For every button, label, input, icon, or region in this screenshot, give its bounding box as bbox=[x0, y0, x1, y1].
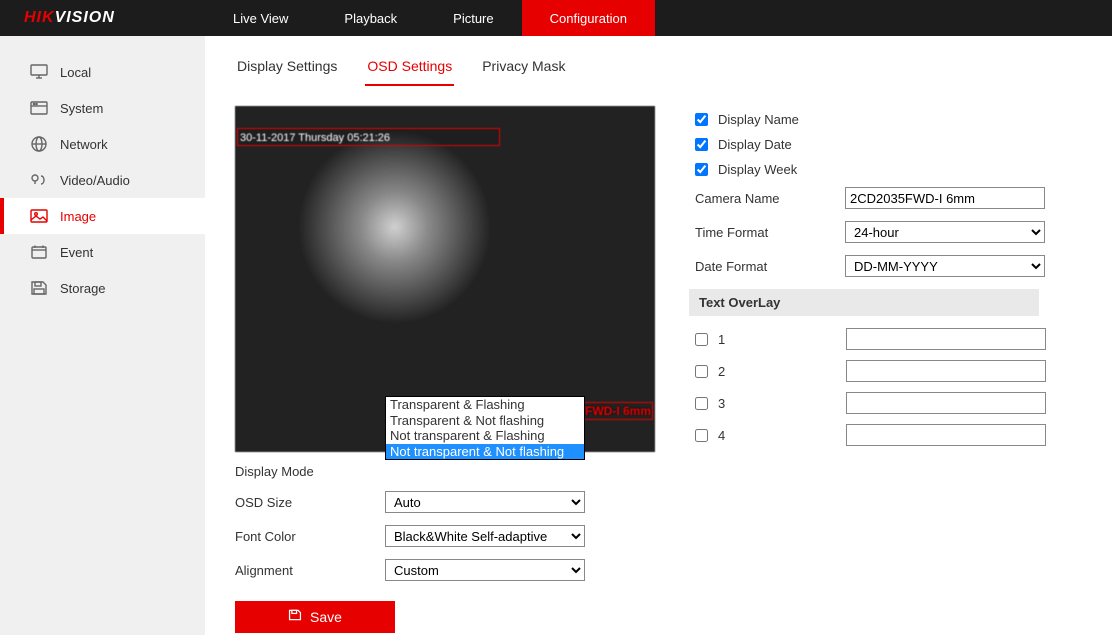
calendar-icon bbox=[30, 244, 48, 260]
sidebar-item-label: Event bbox=[60, 245, 93, 260]
alignment-select[interactable]: Custom bbox=[385, 559, 585, 581]
text-overlay-2-input[interactable] bbox=[846, 360, 1046, 382]
top-nav-bar: HIKVISION Live View Playback Picture Con… bbox=[0, 0, 1112, 36]
text-overlay-2-index: 2 bbox=[718, 364, 846, 379]
display-date-checkbox[interactable] bbox=[695, 138, 708, 151]
display-mode-dropdown[interactable]: Transparent & Flashing Transparent & Not… bbox=[385, 396, 585, 460]
text-overlay-header: Text OverLay bbox=[689, 289, 1039, 316]
brand-hik: HIK bbox=[24, 9, 55, 26]
sidebar-item-label: Local bbox=[60, 65, 91, 80]
top-tab-playback[interactable]: Playback bbox=[316, 0, 425, 36]
save-icon bbox=[30, 280, 48, 296]
text-overlay-3-input[interactable] bbox=[846, 392, 1046, 414]
sidebar-item-local[interactable]: Local bbox=[0, 54, 205, 90]
text-overlay-3-index: 3 bbox=[718, 396, 846, 411]
sub-tab-osd-settings[interactable]: OSD Settings bbox=[365, 52, 454, 86]
text-overlay-4-checkbox[interactable] bbox=[695, 429, 708, 442]
display-name-label: Display Name bbox=[718, 112, 799, 127]
top-tab-picture[interactable]: Picture bbox=[425, 0, 521, 36]
sidebar-item-label: System bbox=[60, 101, 103, 116]
camera-name-label: Camera Name bbox=[695, 191, 845, 206]
display-mode-option-4[interactable]: Not transparent & Not flashing bbox=[386, 444, 584, 460]
content-pane: Display Settings OSD Settings Privacy Ma… bbox=[205, 36, 1112, 635]
display-date-label: Display Date bbox=[718, 137, 792, 152]
time-format-label: Time Format bbox=[695, 225, 845, 240]
brand-vision: VISION bbox=[55, 9, 115, 26]
sidebar-item-label: Storage bbox=[60, 281, 106, 296]
save-button[interactable]: Save bbox=[235, 601, 395, 633]
sidebar-item-system[interactable]: System bbox=[0, 90, 205, 126]
sub-tabs: Display Settings OSD Settings Privacy Ma… bbox=[235, 52, 1112, 86]
sidebar-item-label: Network bbox=[60, 137, 108, 152]
sidebar: Local System Network Video/Audio Image bbox=[0, 36, 205, 635]
date-format-select[interactable]: DD-MM-YYYY bbox=[845, 255, 1045, 277]
sidebar-item-image[interactable]: Image bbox=[0, 198, 205, 234]
brand-logo: HIKVISION bbox=[0, 9, 205, 27]
monitor-icon bbox=[30, 64, 48, 80]
font-color-label: Font Color bbox=[235, 529, 385, 544]
sidebar-item-network[interactable]: Network bbox=[0, 126, 205, 162]
sidebar-item-label: Video/Audio bbox=[60, 173, 130, 188]
display-mode-option-2[interactable]: Transparent & Not flashing bbox=[386, 413, 584, 429]
text-overlay-2-checkbox[interactable] bbox=[695, 365, 708, 378]
globe-icon bbox=[30, 136, 48, 152]
display-week-checkbox[interactable] bbox=[695, 163, 708, 176]
osd-size-select[interactable]: Auto bbox=[385, 491, 585, 513]
date-format-label: Date Format bbox=[695, 259, 845, 274]
window-icon bbox=[30, 100, 48, 116]
display-mode-label: Display Mode bbox=[235, 464, 385, 479]
sidebar-item-storage[interactable]: Storage bbox=[0, 270, 205, 306]
osd-timestamp-box[interactable]: 30-11-2017 Thursday 05:21:26 bbox=[237, 128, 500, 146]
font-color-select[interactable]: Black&White Self-adaptive bbox=[385, 525, 585, 547]
image-icon bbox=[30, 208, 48, 224]
sub-tab-display-settings[interactable]: Display Settings bbox=[235, 52, 339, 86]
text-overlay-1-checkbox[interactable] bbox=[695, 333, 708, 346]
save-button-label: Save bbox=[310, 609, 342, 625]
display-week-label: Display Week bbox=[718, 162, 797, 177]
time-format-select[interactable]: 24-hour bbox=[845, 221, 1045, 243]
top-tab-configuration[interactable]: Configuration bbox=[522, 0, 655, 36]
display-mode-option-3[interactable]: Not transparent & Flashing bbox=[386, 428, 584, 444]
osd-size-label: OSD Size bbox=[235, 495, 385, 510]
sidebar-item-label: Image bbox=[60, 209, 96, 224]
text-overlay-4-input[interactable] bbox=[846, 424, 1046, 446]
display-name-checkbox[interactable] bbox=[695, 113, 708, 126]
top-tab-live-view[interactable]: Live View bbox=[205, 0, 316, 36]
camera-mic-icon bbox=[30, 172, 48, 188]
sidebar-item-video-audio[interactable]: Video/Audio bbox=[0, 162, 205, 198]
sidebar-item-event[interactable]: Event bbox=[0, 234, 205, 270]
save-icon bbox=[288, 608, 302, 626]
osd-timestamp-white: 30-11-2017 Thursday 05:21:26 bbox=[240, 132, 390, 144]
alignment-label: Alignment bbox=[235, 563, 385, 578]
text-overlay-1-input[interactable] bbox=[846, 328, 1046, 350]
display-mode-option-1[interactable]: Transparent & Flashing bbox=[386, 397, 584, 413]
text-overlay-3-checkbox[interactable] bbox=[695, 397, 708, 410]
text-overlay-4-index: 4 bbox=[718, 428, 846, 443]
text-overlay-1-index: 1 bbox=[718, 332, 846, 347]
camera-name-input[interactable] bbox=[845, 187, 1045, 209]
sub-tab-privacy-mask[interactable]: Privacy Mask bbox=[480, 52, 567, 86]
